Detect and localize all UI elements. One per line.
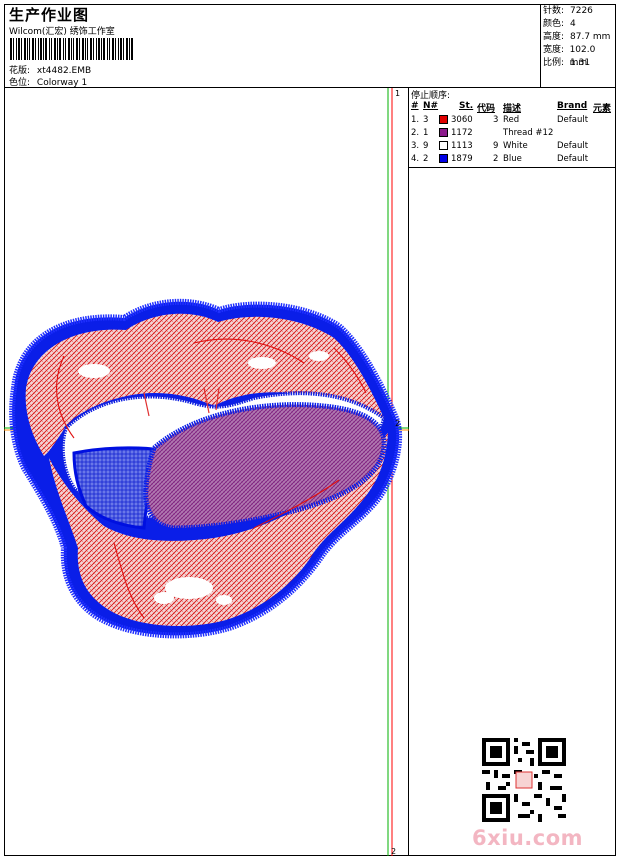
col-code: 代码 xyxy=(477,104,496,114)
col-brand: Brand xyxy=(557,101,588,111)
page-title: 生产作业图 xyxy=(9,6,90,24)
marker-middle: 2 xyxy=(395,419,400,428)
sequence-row: 2. 1 1172 Thread #12 xyxy=(411,128,554,138)
col-n: N# xyxy=(423,101,439,111)
stat-colors: 颜色: 4 xyxy=(543,19,576,29)
design-canvas: 1 2 2 xyxy=(4,88,409,856)
stat-height: 高度: 87.7 mm xyxy=(543,32,611,42)
marker-bottom: 2 xyxy=(391,847,396,856)
colorway: 色位: Colorway 1 xyxy=(9,75,87,88)
header-divider xyxy=(540,4,541,87)
sequence-row: 4. 2 1879 2 Blue Default xyxy=(411,154,589,164)
stop-sequence-panel: 停止顺序: # N# St. 代码 描述 Brand 元素 1. 3 3060 … xyxy=(409,88,616,168)
marker-top: 1 xyxy=(395,89,400,98)
header: 生产作业图 Wilcom(汇宏) 绣饰工作室 花版: xt4482.EMB 色位… xyxy=(4,4,616,88)
colorway-label: 色位: xyxy=(9,78,31,88)
qr-code xyxy=(482,738,566,822)
swatch-blue xyxy=(439,154,448,163)
swatch-purple xyxy=(439,128,448,137)
studio-name: Wilcom(汇宏) 绣饰工作室 xyxy=(9,27,115,37)
swatch-red xyxy=(439,115,448,124)
stat-stitches: 针数: 7226 xyxy=(543,6,593,16)
embroidery-preview: 1 2 2 xyxy=(4,88,409,856)
sequence-row: 1. 3 3060 3 Red Default xyxy=(411,115,589,125)
col-element: 元素 xyxy=(593,104,612,114)
col-hash: # xyxy=(411,101,419,111)
col-desc: 描述 xyxy=(503,104,522,114)
sequence-row: 3. 9 1113 9 White Default xyxy=(411,141,589,151)
stat-scale: 比例: 1.31 xyxy=(543,58,591,68)
stats-box: 针数: 7226 颜色: 4 高度: 87.7 mm 宽度: 102.0 mm 比例: 1… xyxy=(543,5,615,70)
watermark: 6xiu.com xyxy=(472,826,584,850)
col-st: St. xyxy=(459,101,474,111)
stat-width: 宽度: 102.0 mm xyxy=(543,45,596,68)
swatch-white xyxy=(439,141,448,150)
colorway-value: Colorway 1 xyxy=(36,78,88,88)
barcode xyxy=(10,38,133,60)
stop-sequence-title: 停止顺序: xyxy=(411,91,451,101)
